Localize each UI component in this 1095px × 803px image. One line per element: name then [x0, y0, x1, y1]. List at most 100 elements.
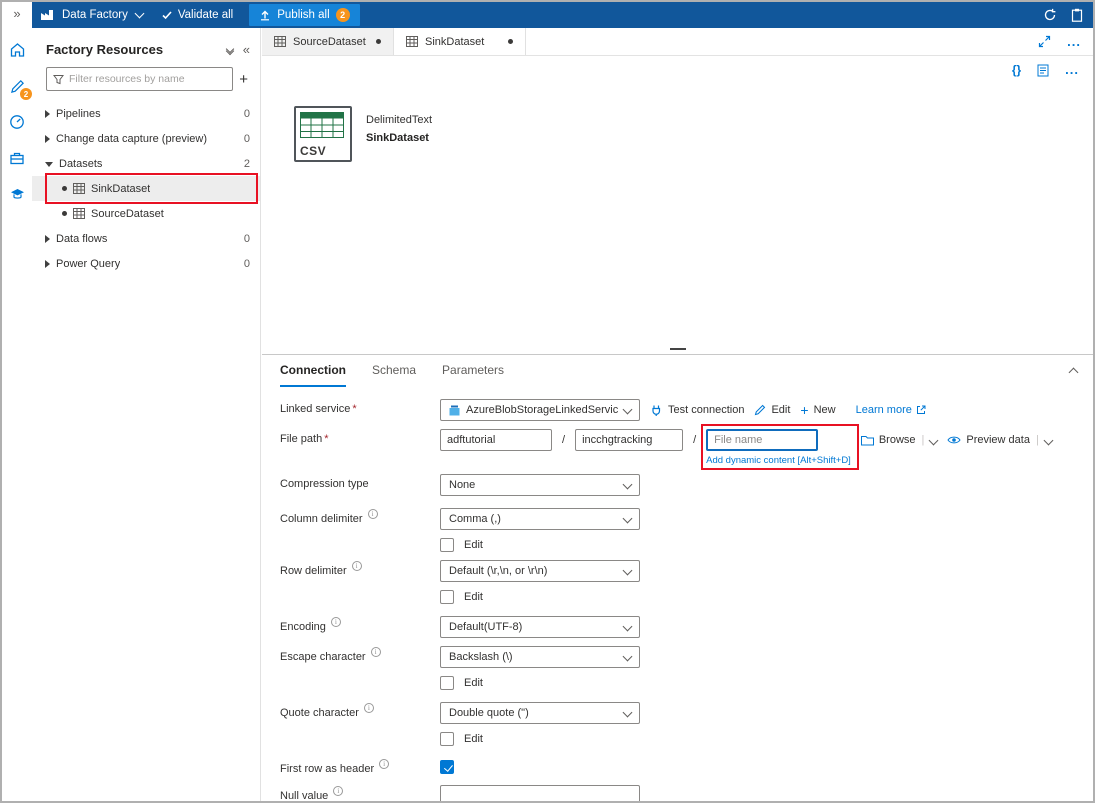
learn-more-link[interactable]: Learn more — [856, 399, 926, 421]
dataset-name-label: SinkDataset — [366, 132, 432, 144]
publish-all-button[interactable]: Publish all 2 — [249, 4, 359, 26]
properties-icon[interactable] — [1037, 64, 1049, 77]
collapse-panel-icon[interactable] — [1070, 365, 1077, 377]
tree-item-label: Datasets — [59, 158, 102, 170]
publish-all-label: Publish all — [277, 9, 329, 21]
info-icon — [331, 617, 341, 627]
browse-dropdown-icon[interactable] — [930, 429, 937, 451]
expand-arrow-icon[interactable] — [45, 135, 50, 143]
required-marker: * — [324, 433, 328, 445]
refresh-icon[interactable] — [1043, 8, 1057, 22]
main-editor-area: SourceDataset SinkDataset ... {} — [262, 28, 1093, 801]
file-name-input[interactable] — [706, 429, 818, 451]
collapse-arrow-icon[interactable] — [45, 162, 53, 167]
discard-all-icon[interactable] — [1071, 8, 1083, 22]
left-nav-rail: » 2 — [2, 2, 32, 801]
more-options-icon[interactable]: ... — [1067, 38, 1081, 46]
linked-service-dropdown[interactable]: AzureBlobStorageLinkedService — [440, 399, 640, 421]
test-connection-label: Test connection — [668, 404, 744, 416]
preview-data-button[interactable]: Preview data — [947, 429, 1030, 451]
encoding-value: Default(UTF-8) — [449, 621, 618, 633]
unsaved-dot-icon — [62, 211, 67, 216]
compression-type-dropdown[interactable]: None — [440, 474, 640, 496]
quote-character-dropdown[interactable]: Double quote (") — [440, 702, 640, 724]
data-factory-app: » 2 Data Factory Validate all Pu — [0, 0, 1095, 803]
tree-item-sourcedataset[interactable]: SourceDataset — [32, 201, 260, 226]
monitor-nav-icon[interactable] — [3, 107, 31, 137]
manage-nav-icon[interactable] — [3, 143, 31, 173]
column-delimiter-edit-checkbox[interactable] — [440, 538, 454, 552]
info-icon — [371, 647, 381, 657]
column-delimiter-value: Comma (,) — [449, 513, 618, 525]
data-factory-icon — [40, 9, 54, 21]
panel-resize-handle[interactable] — [670, 348, 686, 350]
factory-chevron-down-icon[interactable] — [134, 9, 144, 19]
dataset-node[interactable]: CSV DelimitedText SinkDataset — [294, 106, 432, 162]
collapse-panel-left-icon[interactable]: « — [243, 42, 250, 57]
add-resource-button[interactable]: + — [239, 72, 248, 87]
linked-service-label: Linked service* — [280, 399, 440, 415]
row-delimiter-dropdown[interactable]: Default (\r,\n, or \r\n) — [440, 560, 640, 582]
expand-arrow-icon[interactable] — [45, 235, 50, 243]
tree-item-datasets[interactable]: Datasets 2 — [32, 151, 260, 176]
tree-item-sinkdataset[interactable]: SinkDataset — [32, 176, 260, 201]
info-icon — [368, 509, 378, 519]
tree-item-count: 0 — [244, 258, 250, 270]
code-view-icon[interactable]: {} — [1012, 63, 1021, 77]
encoding-dropdown[interactable]: Default(UTF-8) — [440, 616, 640, 638]
top-bar: Data Factory Validate all Publish all 2 — [32, 2, 1093, 28]
tree-item-data-flows[interactable]: Data flows 0 — [32, 226, 260, 251]
expand-view-icon[interactable] — [1038, 35, 1051, 48]
author-nav-icon[interactable]: 2 — [3, 71, 31, 101]
tree-item-count: 2 — [244, 158, 250, 170]
test-connection-button[interactable]: Test connection — [650, 399, 744, 421]
more-options-icon[interactable]: ... — [1065, 66, 1079, 74]
collapse-all-icon[interactable] — [227, 48, 233, 52]
preview-dropdown-icon[interactable] — [1045, 429, 1052, 451]
tab-connection[interactable]: Connection — [280, 355, 346, 387]
quote-character-edit-checkbox[interactable] — [440, 732, 454, 746]
path-separator: / — [562, 429, 565, 451]
info-icon — [352, 561, 362, 571]
add-dynamic-content-link[interactable]: Add dynamic content [Alt+Shift+D] — [706, 455, 851, 466]
home-nav-icon[interactable] — [3, 35, 31, 65]
dataset-grid-icon — [73, 208, 85, 219]
tab-schema[interactable]: Schema — [372, 355, 416, 387]
column-delimiter-dropdown[interactable]: Comma (,) — [440, 508, 640, 530]
filter-resources-input[interactable] — [69, 73, 226, 85]
expand-rail-icon[interactable]: » — [13, 6, 20, 21]
edit-linked-service-button[interactable]: Edit — [754, 399, 790, 421]
button-divider: | — [922, 429, 925, 451]
edit-checkbox-label: Edit — [464, 674, 483, 689]
filter-box — [46, 67, 233, 91]
tree-item-label: Pipelines — [56, 108, 101, 120]
learning-nav-icon[interactable] — [3, 179, 31, 209]
expand-arrow-icon[interactable] — [45, 260, 50, 268]
container-input[interactable] — [440, 429, 552, 451]
browse-button[interactable]: Browse — [861, 429, 916, 451]
tree-item-label: Change data capture (preview) — [56, 133, 207, 145]
connection-form: Linked service* AzureBlobStorageLinkedSe… — [262, 387, 1093, 803]
new-linked-service-button[interactable]: + New — [800, 399, 835, 421]
compression-type-label: Compression type — [280, 474, 440, 490]
row-delimiter-edit-checkbox[interactable] — [440, 590, 454, 604]
preview-data-label: Preview data — [966, 434, 1030, 446]
factory-resources-panel: Factory Resources « + Pipelines 0 Change… — [32, 28, 261, 801]
tree-item-change-data-capture[interactable]: Change data capture (preview) 0 — [32, 126, 260, 151]
tab-sinkdataset[interactable]: SinkDataset — [394, 28, 526, 55]
escape-character-dropdown[interactable]: Backslash (\) — [440, 646, 640, 668]
tree-item-power-query[interactable]: Power Query 0 — [32, 251, 260, 276]
first-row-header-checkbox[interactable] — [440, 760, 454, 774]
dataset-type-label: DelimitedText — [366, 114, 432, 126]
directory-input[interactable] — [575, 429, 683, 451]
validate-all-button[interactable]: Validate all — [153, 2, 241, 28]
plus-icon: + — [800, 403, 808, 417]
button-divider: | — [1036, 429, 1039, 451]
tab-parameters[interactable]: Parameters — [442, 355, 504, 387]
escape-character-edit-checkbox[interactable] — [440, 676, 454, 690]
null-value-input[interactable] — [440, 785, 640, 803]
escape-character-value: Backslash (\) — [449, 651, 618, 663]
expand-arrow-icon[interactable] — [45, 110, 50, 118]
tab-sourcedataset[interactable]: SourceDataset — [262, 28, 394, 55]
tree-item-pipelines[interactable]: Pipelines 0 — [32, 101, 260, 126]
